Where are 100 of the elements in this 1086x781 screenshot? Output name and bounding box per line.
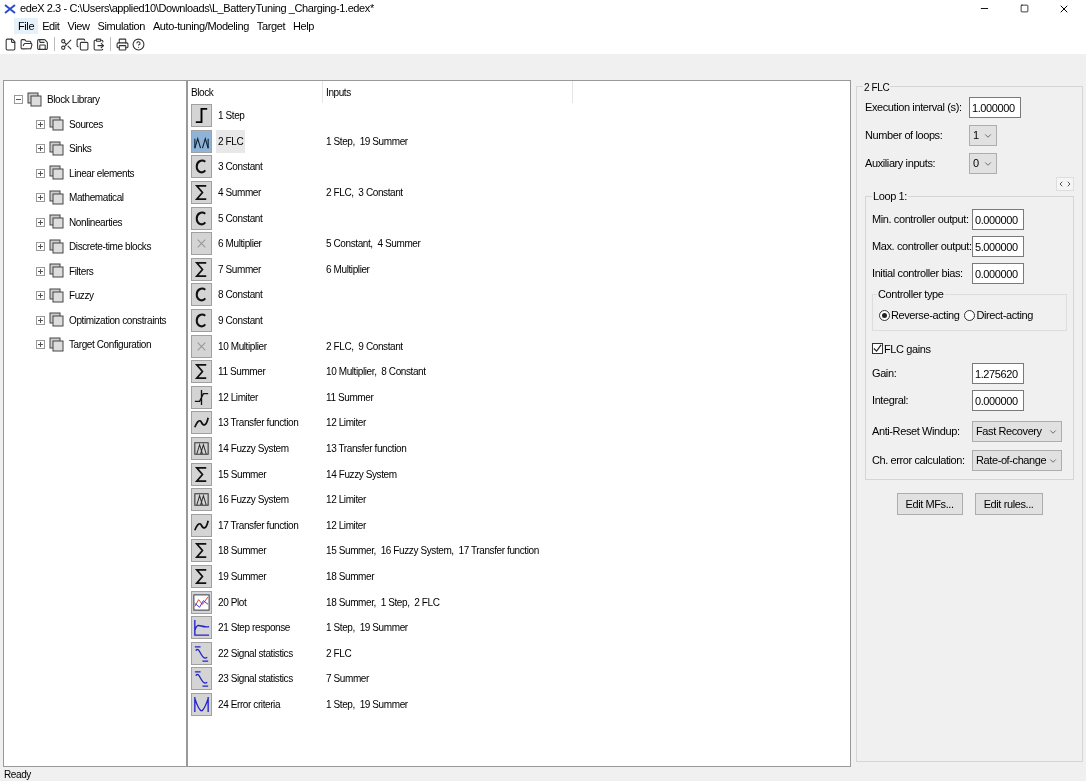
expand-toggle-icon[interactable] xyxy=(36,168,45,178)
block-name[interactable]: 21 Step response xyxy=(216,616,292,640)
block-name[interactable]: 20 Plot xyxy=(216,590,249,614)
block-name[interactable]: 17 Transfer function xyxy=(216,513,301,537)
group-title: Loop 1: xyxy=(872,191,908,202)
chevron-right-icon[interactable] xyxy=(1065,180,1073,188)
table-cell-text: 10 Multiplier, 8 Constant xyxy=(325,365,426,380)
tree-item[interactable]: Sinks xyxy=(69,141,92,157)
summer-block-icon xyxy=(191,181,212,205)
copy-icon[interactable] xyxy=(76,37,89,51)
clipboard-icon[interactable] xyxy=(92,37,105,51)
edit-button[interactable]: Edit rules... xyxy=(974,493,1043,515)
block-name[interactable]: 10 Multiplier xyxy=(216,334,269,358)
menu-item[interactable]: Help xyxy=(289,17,319,34)
collapse-toggle-icon[interactable] xyxy=(14,95,23,104)
table-cell-text: 13 Transfer function xyxy=(325,442,407,456)
table-cell-text: 1 Step, 19 Summer xyxy=(325,134,408,149)
text-field[interactable]: 0.000000 xyxy=(972,209,1024,230)
radio-option[interactable]: Reverse-acting xyxy=(879,307,960,324)
expand-toggle-icon[interactable] xyxy=(36,217,45,227)
table-cell-text: 6 Multiplier xyxy=(325,262,370,277)
block-name[interactable]: 2 FLC xyxy=(216,129,246,153)
block-name[interactable]: 24 Error criteria xyxy=(216,692,283,716)
stacked-pages-icon xyxy=(49,238,65,255)
edit-button[interactable]: Edit MFs... xyxy=(896,493,963,515)
tree-item[interactable]: Linear elements xyxy=(69,165,135,181)
tree-item[interactable]: Filters xyxy=(69,263,94,279)
block-name[interactable]: 16 Fuzzy System xyxy=(216,488,291,512)
tree-item[interactable]: Fuzzy xyxy=(69,288,94,304)
block-name[interactable]: 19 Summer xyxy=(216,565,269,588)
block-name[interactable]: 3 Constant xyxy=(216,155,265,179)
tree-item[interactable]: Sources xyxy=(69,116,103,132)
block-name[interactable]: 14 Fuzzy System xyxy=(216,437,291,460)
multiplier-block-icon xyxy=(191,334,212,358)
block-name[interactable]: 22 Signal statistics xyxy=(216,641,295,665)
stepresponse-block-icon xyxy=(191,616,212,640)
block-name[interactable]: 4 Summer xyxy=(216,181,263,205)
expand-toggle-icon[interactable] xyxy=(36,266,45,276)
block-name[interactable]: 23 Signal statistics xyxy=(216,667,295,691)
menu-item[interactable]: Target xyxy=(252,17,290,34)
text-field[interactable]: 0.000000 xyxy=(972,263,1024,284)
stacked-pages-icon xyxy=(27,91,43,108)
block-name[interactable]: 6 Multiplier xyxy=(216,232,264,256)
save-icon[interactable] xyxy=(36,37,49,51)
dropdown[interactable]: 1 xyxy=(969,125,997,146)
block-name[interactable]: 1 Step xyxy=(216,104,247,128)
block-name[interactable]: 5 Constant xyxy=(216,206,265,230)
scissors-icon[interactable] xyxy=(60,37,73,51)
text-field[interactable]: 1.000000 xyxy=(969,97,1021,118)
menu-item[interactable]: Auto-tuning/Modeling xyxy=(148,17,253,34)
block-name[interactable]: 18 Summer xyxy=(216,539,269,563)
tree-item[interactable]: Mathematical xyxy=(69,190,124,206)
block-name[interactable]: 9 Constant xyxy=(216,309,265,333)
block-name[interactable]: 11 Summer xyxy=(216,360,268,384)
radio-option[interactable]: Direct-acting xyxy=(964,307,1033,324)
block-name[interactable]: 15 Summer xyxy=(216,462,269,486)
text-field[interactable]: 1.275620 xyxy=(972,363,1024,384)
dropdown[interactable]: 0 xyxy=(969,153,997,174)
statistics-block-icon xyxy=(191,641,212,665)
folder-icon[interactable] xyxy=(20,37,33,51)
column-header[interactable]: Block xyxy=(188,81,323,103)
tree-item[interactable]: Optimization constraints xyxy=(69,312,167,328)
menu-item[interactable]: Simulation xyxy=(93,17,149,34)
help-icon[interactable] xyxy=(132,37,145,51)
expand-toggle-icon[interactable] xyxy=(36,193,45,203)
flc-gains-checkbox[interactable]: FLC gains xyxy=(872,340,1067,357)
stacked-pages-icon xyxy=(49,287,65,304)
expand-toggle-icon[interactable] xyxy=(36,340,45,350)
checkmark-icon xyxy=(873,344,882,354)
table-cell-text: 12 Limiter xyxy=(325,518,366,533)
menu-item[interactable]: View xyxy=(63,17,94,34)
summer-block-icon xyxy=(191,565,212,588)
printer-icon[interactable] xyxy=(116,37,129,51)
text-field[interactable]: 0.000000 xyxy=(972,390,1024,411)
tree-item[interactable]: Block Library xyxy=(47,92,100,107)
tree-item[interactable]: Discrete-time blocks xyxy=(69,239,152,255)
block-name[interactable]: 8 Constant xyxy=(216,283,265,307)
table-cell-text: 18 Summer, 1 Step, 2 FLC xyxy=(325,595,440,610)
expand-toggle-icon[interactable] xyxy=(36,119,45,129)
block-name[interactable]: 12 Limiter xyxy=(216,385,260,409)
block-name[interactable]: 13 Transfer function xyxy=(216,411,301,435)
group-title: Controller type xyxy=(877,289,945,300)
expand-toggle-icon[interactable] xyxy=(36,315,45,325)
menu-item[interactable]: Edit xyxy=(38,17,64,34)
table-cell-text: 2 FLC, 9 Constant xyxy=(325,339,403,354)
block-name[interactable]: 7 Summer xyxy=(216,257,263,281)
tree-item[interactable]: Target Configuration xyxy=(69,337,152,353)
new-file-icon[interactable] xyxy=(4,37,17,51)
table-cell-text: 2 FLC xyxy=(325,646,352,661)
text-field[interactable]: 5.000000 xyxy=(972,236,1024,257)
dropdown[interactable]: Fast Recovery xyxy=(972,421,1062,442)
expand-toggle-icon[interactable] xyxy=(36,144,45,154)
expand-toggle-icon[interactable] xyxy=(36,291,45,301)
menu-item[interactable]: File xyxy=(14,17,39,34)
summer-block-icon xyxy=(191,539,212,563)
dropdown[interactable]: Rate-of-change xyxy=(972,450,1062,471)
tree-item[interactable]: Nonlinearties xyxy=(69,214,123,230)
expand-toggle-icon[interactable] xyxy=(36,242,45,252)
column-header[interactable]: Inputs xyxy=(323,81,573,103)
chevron-left-icon[interactable] xyxy=(1057,180,1065,188)
